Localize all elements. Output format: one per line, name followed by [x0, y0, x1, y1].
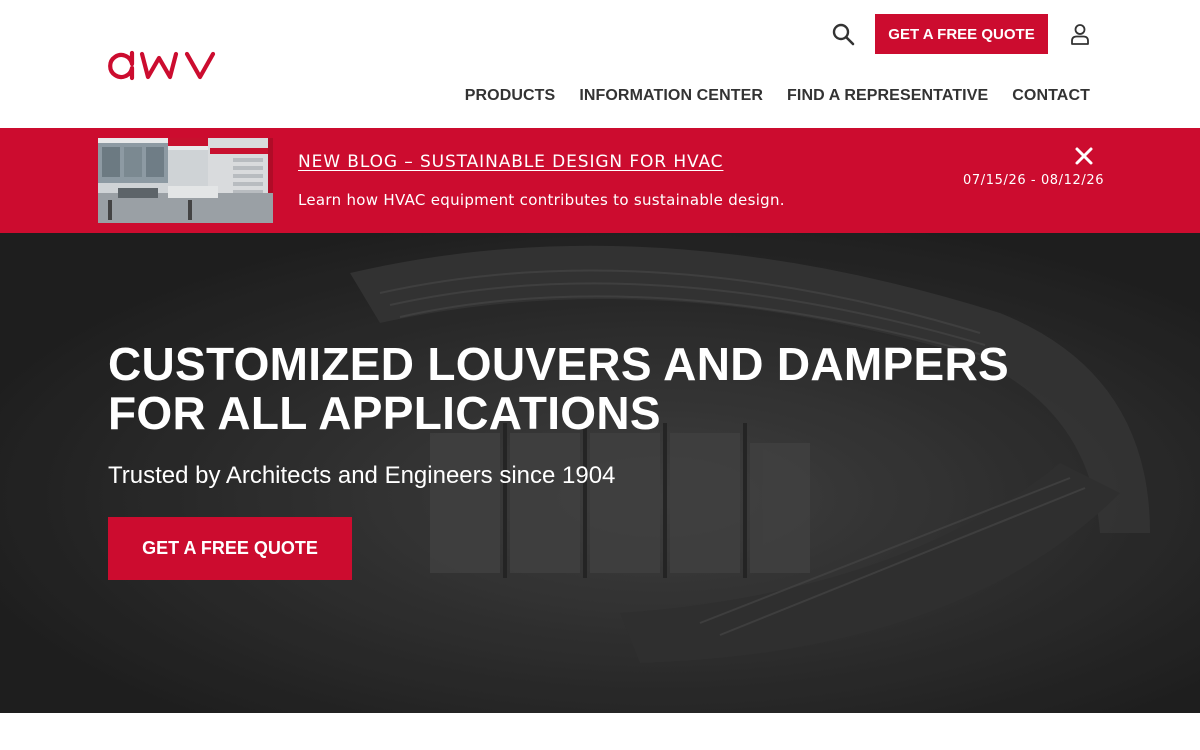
banner-headline-link[interactable]: NEW BLOG – SUSTAINABLE DESIGN FOR HVAC [298, 152, 723, 172]
search-icon[interactable] [830, 21, 856, 47]
page-content-start [0, 713, 1200, 750]
banner-date-range: 07/15/26 - 08/12/26 [963, 173, 1105, 188]
user-icon[interactable] [1068, 22, 1092, 46]
awv-logo[interactable] [108, 44, 220, 84]
get-quote-button[interactable]: GET A FREE QUOTE [875, 14, 1048, 54]
main-nav: PRODUCTS INFORMATION CENTER FIND A REPRE… [465, 87, 1090, 105]
site-header: GET A FREE QUOTE PRODUCTS INFORMATION CE… [0, 0, 1200, 128]
hero-title-line-2: FOR ALL APPLICATIONS [108, 387, 661, 439]
hero-section: CUSTOMIZED LOUVERS AND DAMPERS FOR ALL A… [0, 233, 1200, 713]
hero-title: CUSTOMIZED LOUVERS AND DAMPERS FOR ALL A… [108, 340, 1088, 438]
hero-title-line-1: CUSTOMIZED LOUVERS AND DAMPERS [108, 338, 1009, 390]
close-icon[interactable] [1073, 145, 1095, 167]
nav-information-center[interactable]: INFORMATION CENTER [579, 87, 763, 105]
blog-thumbnail-image[interactable] [98, 138, 273, 223]
banner-description: Learn how HVAC equipment contributes to … [298, 191, 785, 209]
announcement-banner: NEW BLOG – SUSTAINABLE DESIGN FOR HVAC L… [0, 128, 1200, 233]
nav-products[interactable]: PRODUCTS [465, 87, 556, 105]
nav-find-representative[interactable]: FIND A REPRESENTATIVE [787, 87, 988, 105]
banner-headline-text[interactable]: NEW BLOG – SUSTAINABLE DESIGN FOR HVAC [298, 152, 723, 172]
hero-subtitle: Trusted by Architects and Engineers sinc… [108, 462, 616, 489]
nav-contact[interactable]: CONTACT [1012, 87, 1090, 105]
hero-get-quote-button[interactable]: GET A FREE QUOTE [108, 517, 352, 580]
